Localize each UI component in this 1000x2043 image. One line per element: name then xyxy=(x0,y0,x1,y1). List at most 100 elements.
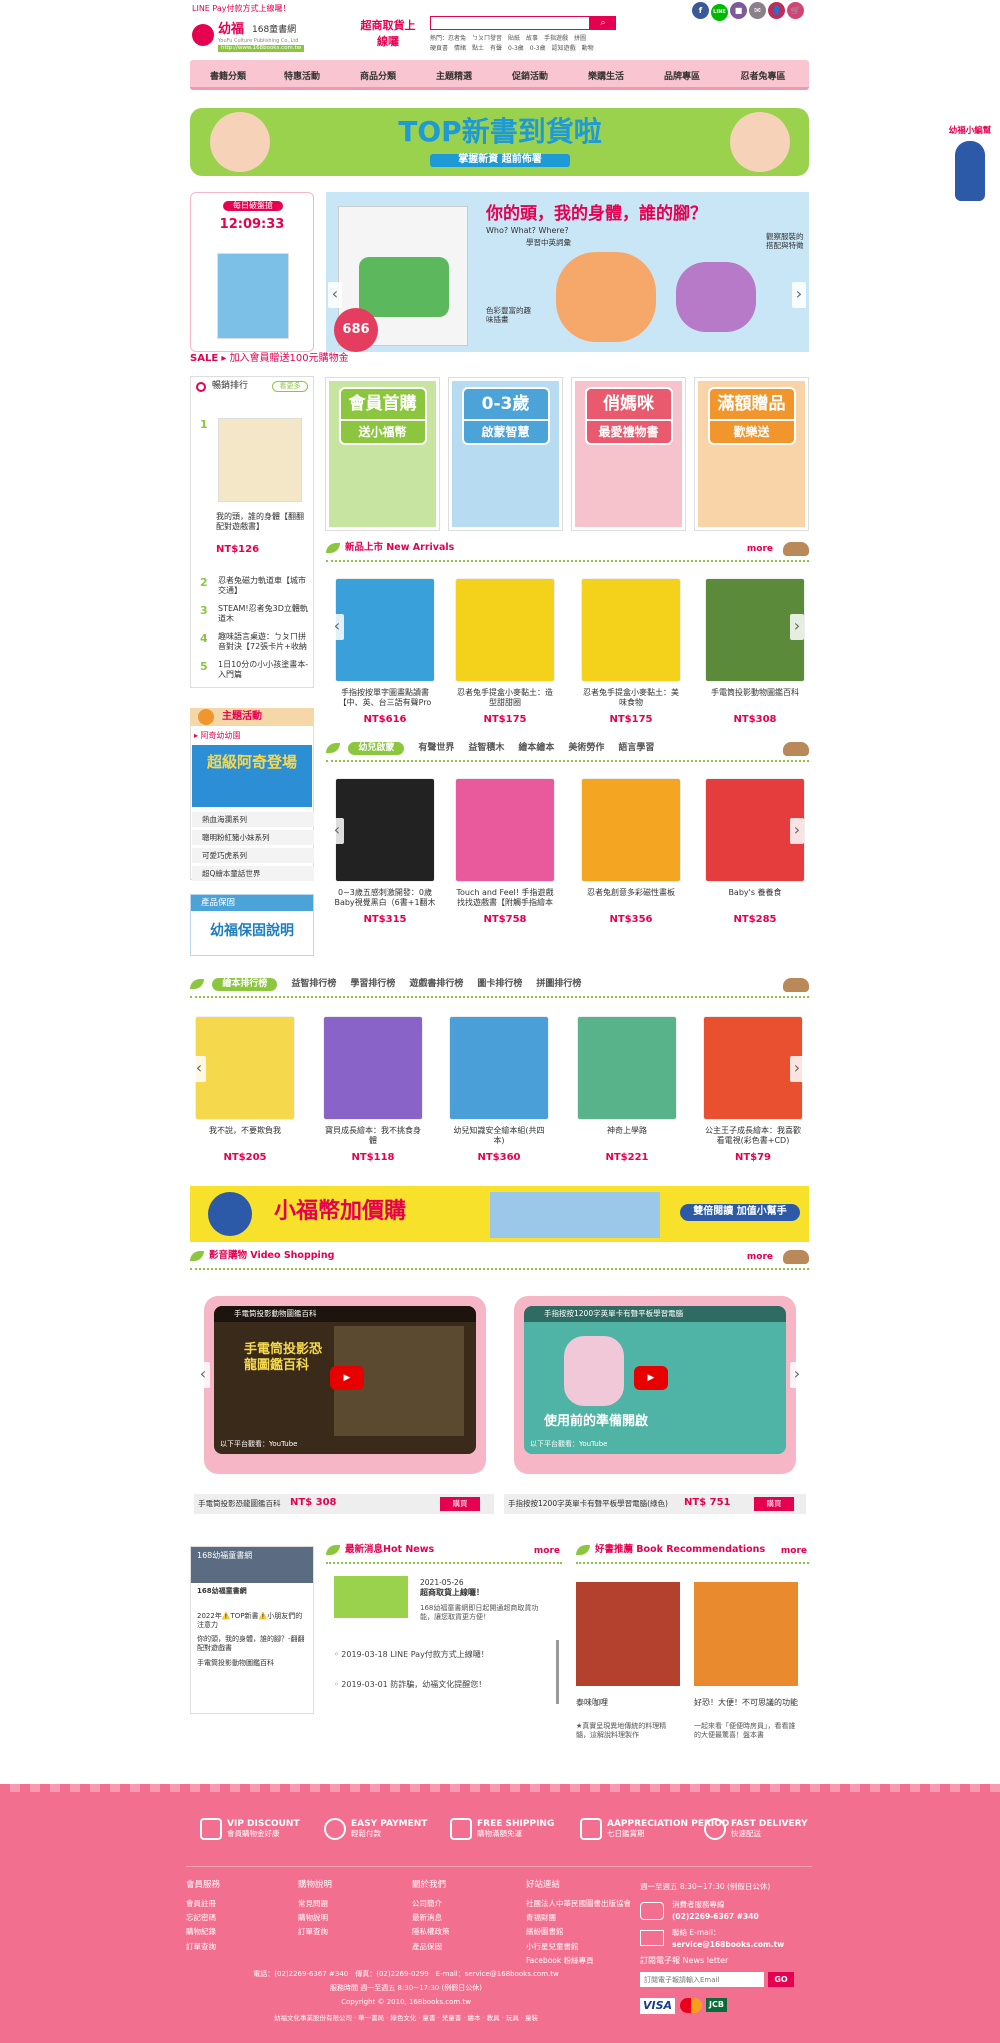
product-card[interactable]: 手電筒投影動物圖鑑百科 NT$308 xyxy=(700,578,810,727)
video-product-name[interactable]: 手指按按1200字英單卡有聲平板學習電腦(綠色) xyxy=(508,1499,668,1508)
hero-prev-arrow[interactable]: ‹ xyxy=(328,282,342,308)
footer-link[interactable]: 常見問題 xyxy=(298,1899,332,1908)
tab-language[interactable]: 語言學習 xyxy=(618,743,654,754)
newsletter-go-button[interactable]: GO xyxy=(768,1972,794,1987)
email-address[interactable]: service@168books.com.tw xyxy=(672,1940,784,1949)
member-icon[interactable]: 👤 xyxy=(768,2,785,19)
video-prev-arrow[interactable]: ‹ xyxy=(196,1362,210,1388)
product-card[interactable]: 忍者兔手提盒小麥黏土：造型甜甜圈 NT$175 xyxy=(450,578,560,727)
recommend-image[interactable] xyxy=(576,1582,680,1686)
recommend-image[interactable] xyxy=(694,1582,798,1686)
footer-link[interactable]: 小行星兒童書館 xyxy=(526,1942,646,1951)
footer-link[interactable]: 繽紛圖書館 xyxy=(526,1927,646,1936)
product-card[interactable]: 手指按按單字圖畫點讀書【中、英、台三語有聲Pro NT$616 xyxy=(330,578,440,727)
theme-current[interactable]: ▸ 阿奇幼幼園 xyxy=(194,731,241,741)
nav-themes[interactable]: 主題精選 xyxy=(416,66,492,88)
store-pickup-badge[interactable]: 超商取貨上線囉 xyxy=(357,18,419,54)
ranking-first-name[interactable]: 我的頭，誰的身體【翻翻配對遊戲書】 xyxy=(216,512,310,532)
news-top-title[interactable]: 超商取貨上線囉！ xyxy=(420,1588,484,1598)
hero-next-arrow[interactable]: › xyxy=(792,282,806,308)
nav-promotions[interactable]: 促銷活動 xyxy=(492,66,568,88)
new-arrivals-next-arrow[interactable]: › xyxy=(790,614,804,640)
picturebook-next-arrow[interactable]: › xyxy=(790,1056,804,1082)
news-item[interactable]: ◦ 2019-03-18 LINE Pay付款方式上線囉！ xyxy=(334,1650,489,1660)
line-icon[interactable]: LINE xyxy=(711,4,728,21)
nav-book-category[interactable]: 書籍分類 xyxy=(192,66,264,88)
warranty-panel[interactable]: 產品保固 幼福保固說明 xyxy=(190,894,314,956)
tab-jigsaw-ranking[interactable]: 拼圖排行榜 xyxy=(536,979,581,990)
theme-item[interactable]: 熱血海瀾系列 xyxy=(192,812,314,827)
ranking-more-button[interactable]: 看更多 xyxy=(272,381,308,392)
nav-brands[interactable]: 品牌專區 xyxy=(644,66,720,88)
product-card[interactable]: 公主王子成長繪本：我喜歡看電視(彩色書+CD) NT$79 xyxy=(698,1016,808,1165)
tab-puzzle-blocks[interactable]: 益智積木 xyxy=(468,743,504,754)
category-prev-arrow[interactable]: ‹ xyxy=(330,818,344,844)
promo-mommy[interactable]: 俏媽咪 最愛禮物書 xyxy=(572,378,685,530)
footer-link[interactable]: 產品保固 xyxy=(412,1942,450,1951)
footer-link[interactable]: 購物說明 xyxy=(298,1913,332,1922)
tab-audio[interactable]: 有聲世界 xyxy=(418,743,454,754)
promo-age-0-3[interactable]: 0-3歲 啟蒙智慧 xyxy=(449,378,562,530)
newsletter-email-input[interactable] xyxy=(640,1972,764,1987)
product-card[interactable]: 寶貝成長繪本：我不挑食身體 NT$118 xyxy=(318,1016,428,1165)
news-item[interactable]: ◦ 2019-03-01 防詐騙，幼福文化提醒您！ xyxy=(334,1680,486,1690)
footer-link[interactable]: 隱私權政策 xyxy=(412,1927,450,1936)
video-next-arrow[interactable]: › xyxy=(790,1362,804,1388)
footer-link[interactable]: 公司簡介 xyxy=(412,1899,450,1908)
daily-deal[interactable]: 每日破盤搶 12:09:33 xyxy=(190,192,314,352)
play-icon[interactable]: ▶ xyxy=(634,1366,668,1390)
top-notice[interactable]: LINE Pay付款方式上線囉！ xyxy=(192,4,291,14)
theme-item[interactable]: 超Q繪本童話世界 xyxy=(192,866,314,881)
recommend-name[interactable]: 泰味咖哩 xyxy=(576,1698,608,1708)
hot-keywords-row2[interactable]: 硬頁書 情緒 點土 有聲 0-3歲 0-3歲 認知遊戲 動物 xyxy=(430,45,594,53)
product-card[interactable]: 0~3歲五感刺激開發：0歲Baby視覺黑白（6書+1翻木 NT$315 xyxy=(330,778,440,927)
news-scrollbar[interactable] xyxy=(556,1640,559,1704)
nav-ninja-rabbit[interactable]: 忍者兔專區 xyxy=(720,66,806,88)
product-card[interactable]: 忍者兔手提盒小麥黏土：美味食物 NT$175 xyxy=(576,578,686,727)
facebook-widget[interactable]: 168幼福童書網 168幼福童書網 2022年⚠️TOP新書⚠️小朋友們的注意力… xyxy=(190,1546,314,1714)
nav-product-category[interactable]: 商品分類 xyxy=(340,66,416,88)
footer-link[interactable]: 青福財團 xyxy=(526,1913,646,1922)
footer-link[interactable]: 最新消息 xyxy=(412,1913,450,1922)
footer-link[interactable]: 會員註冊 xyxy=(186,1899,220,1908)
nav-special-offers[interactable]: 特惠活動 xyxy=(264,66,340,88)
promo-first-purchase[interactable]: 會員首購 送小福幣 xyxy=(326,378,439,530)
recommend-name[interactable]: 好恐！大便！不可思議的功能 xyxy=(694,1698,798,1708)
promo-gift[interactable]: 滿額贈品 歡樂送 xyxy=(695,378,808,530)
footer-link[interactable]: 購物紀錄 xyxy=(186,1927,220,1936)
editor-helper-float[interactable]: 幼福小編幫 xyxy=(942,126,998,214)
product-card[interactable]: 神奇上學路 NT$221 xyxy=(572,1016,682,1165)
footer-link[interactable]: 忘記密碼 xyxy=(186,1913,220,1922)
video-product-name[interactable]: 手電筒投影恐龍圖鑑百科 xyxy=(198,1499,281,1508)
sale-line[interactable]: SALE ▸ 加入會員贈送100元購物金 xyxy=(190,353,349,366)
theme-item[interactable]: 聰明粉紅豬小妹系列 xyxy=(192,830,314,845)
tab-early-learning[interactable]: 幼兒啟蒙 xyxy=(348,742,405,756)
picturebook-prev-arrow[interactable]: ‹ xyxy=(192,1056,206,1082)
buy-button[interactable]: 購買 xyxy=(440,1497,480,1511)
theme-item[interactable]: 可愛巧虎系列 xyxy=(192,848,314,863)
tab-learning-ranking[interactable]: 學習排行榜 xyxy=(350,979,395,990)
video-player-2[interactable]: 手指按按1200字英單卡有聲平板學習電腦 ▶ 使用前的準備開啟 以下平台觀看：Y… xyxy=(524,1306,786,1454)
tab-puzzle-ranking[interactable]: 益智排行榜 xyxy=(291,979,336,990)
more-link[interactable]: more xyxy=(747,1252,773,1263)
category-next-arrow[interactable]: › xyxy=(790,818,804,844)
footer-link[interactable]: 社團法人中華民國圖書出版協會 xyxy=(526,1899,646,1908)
footer-link[interactable]: 訂單查詢 xyxy=(298,1927,332,1936)
product-card[interactable]: 忍者兔創意多彩磁性畫板 NT$356 xyxy=(576,778,686,927)
more-link[interactable]: more xyxy=(747,544,773,555)
ranking-first-image[interactable] xyxy=(218,418,302,502)
cart-icon[interactable]: 🛒 xyxy=(787,2,804,19)
facebook-icon[interactable]: f xyxy=(692,2,709,19)
tab-arts-crafts[interactable]: 美術勞作 xyxy=(568,743,604,754)
hot-keywords-row1[interactable]: 忍者兔 ㄅㄆㄇ發音 貼紙 故事 手指遊戲 拼圖 xyxy=(448,35,586,42)
search-button[interactable]: ⌕ xyxy=(590,16,616,30)
bonus-banner[interactable]: 小福幣加價購 雙倍閱讀 加值小幫手 xyxy=(190,1186,809,1242)
site-logo[interactable]: 幼福 168童書網 YouFu Culture Publishing Co.,L… xyxy=(192,20,342,56)
nav-lifestyle[interactable]: 樂購生活 xyxy=(568,66,644,88)
buy-button[interactable]: 購買 xyxy=(754,1497,794,1511)
new-arrivals-prev-arrow[interactable]: ‹ xyxy=(330,614,344,640)
video-player-1[interactable]: 手電筒投影動物圖鑑百科 手電筒投影恐龍圖鑑百科 ▶ 以下平台觀看：YouTube xyxy=(214,1306,476,1454)
product-card[interactable]: Baby's 養養食 NT$285 xyxy=(700,778,810,927)
more-link[interactable]: more xyxy=(534,1546,560,1557)
tab-card-ranking[interactable]: 圖卡排行榜 xyxy=(477,979,522,990)
